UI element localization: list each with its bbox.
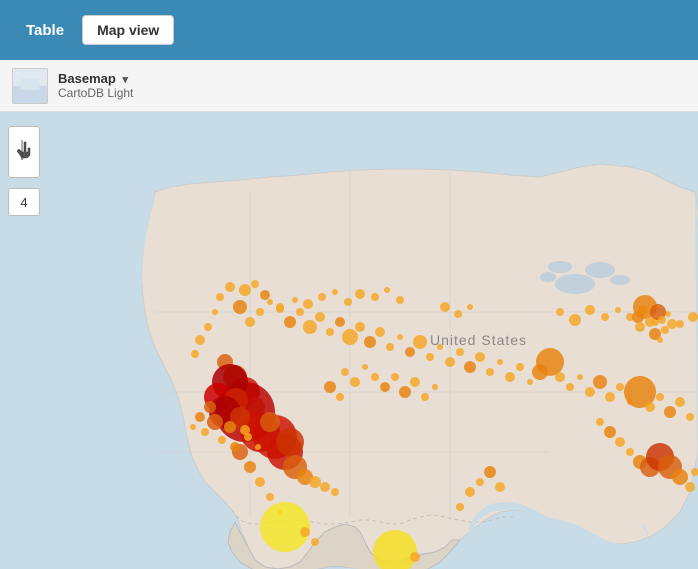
basemap-chevron-icon[interactable]: ▾	[122, 74, 128, 86]
cursor-indicator	[8, 126, 40, 178]
map-svg	[0, 112, 698, 569]
basemap-subname: CartoDB Light	[58, 86, 133, 100]
table-tab[interactable]: Table	[16, 16, 74, 45]
zoom-level[interactable]: 4	[8, 188, 40, 216]
basemap-name: Basemap ▾	[58, 71, 133, 86]
header: Table Map view	[0, 0, 698, 60]
basemap-name-text: Basemap	[58, 71, 116, 86]
basemap-bar: Basemap ▾ CartoDB Light	[0, 60, 698, 112]
mapview-tab[interactable]: Map view	[82, 15, 174, 45]
basemap-label: Basemap ▾ CartoDB Light	[58, 71, 133, 100]
hand-cursor-icon	[14, 140, 34, 164]
map-container[interactable]: 4 United States Mexico	[0, 112, 698, 569]
zoom-level-value: 4	[20, 195, 27, 210]
basemap-thumbnail	[12, 68, 48, 104]
